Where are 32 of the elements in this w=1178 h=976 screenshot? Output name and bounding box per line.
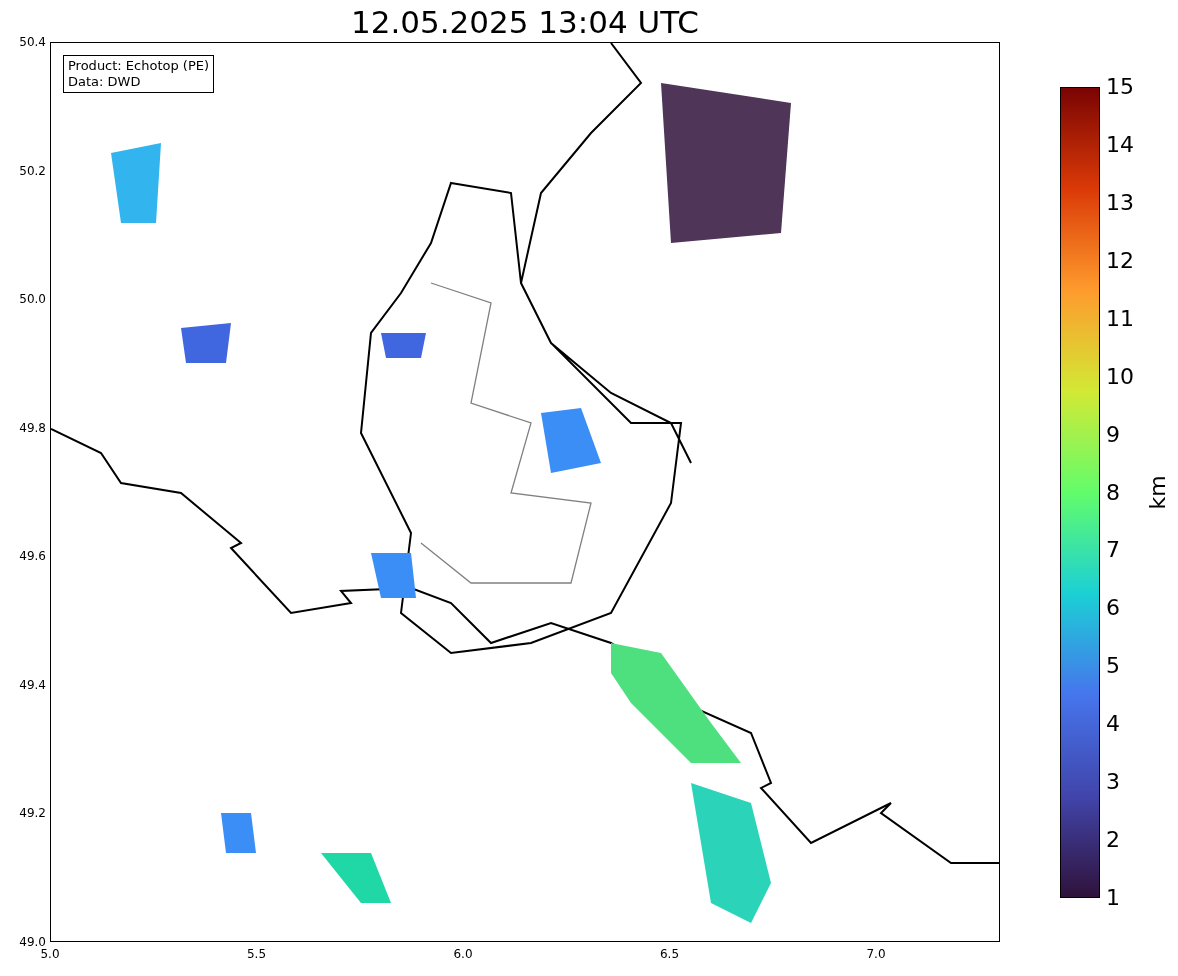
colorbar-tick-label: 3 xyxy=(1106,769,1120,796)
y-tick-label: 49.6 xyxy=(19,548,46,565)
colorbar-tick-label: 7 xyxy=(1106,537,1120,564)
colorbar-tick-label: 11 xyxy=(1106,305,1134,332)
chart-title: 12.05.2025 13:04 UTC xyxy=(351,3,699,42)
x-tick-label: 5.5 xyxy=(245,946,268,962)
colorbar-tick-label: 12 xyxy=(1106,247,1134,274)
x-tick-label: 6.5 xyxy=(658,946,681,962)
colorbar-tick-label: 5 xyxy=(1106,653,1120,680)
colorbar-tick-label: 8 xyxy=(1106,479,1120,506)
y-tick-label: 49.8 xyxy=(19,419,46,436)
colorbar-tick-label: 15 xyxy=(1106,74,1134,100)
legend-text: Product: Echotop (PE) xyxy=(68,58,210,74)
colorbar-tick-label: 6 xyxy=(1106,595,1120,622)
colorbar-tick-label: 1 xyxy=(1106,885,1120,911)
colorbar-tick-label: 4 xyxy=(1106,711,1120,738)
colorbar-tick-label: 2 xyxy=(1106,827,1120,854)
y-tick-label: 49.4 xyxy=(19,676,46,693)
colorbar-tick-label: 9 xyxy=(1106,421,1120,448)
legend-text: Data: DWD xyxy=(68,74,142,90)
y-tick-label: 49.0 xyxy=(19,934,46,949)
x-tick-label: 7.0 xyxy=(865,946,887,962)
colorbar-label: km xyxy=(1143,475,1171,510)
colorbar-tick-label: 14 xyxy=(1106,131,1134,158)
y-tick-label: 49.2 xyxy=(19,805,46,822)
y-tick-label: 50.0 xyxy=(19,291,46,308)
y-tick-label: 50.2 xyxy=(19,162,46,179)
y-tick-label: 50.4 xyxy=(19,34,46,50)
colorbar-tick-label: 10 xyxy=(1106,363,1134,390)
x-tick-label: 5.0 xyxy=(39,946,61,962)
x-tick-label: 6.0 xyxy=(452,946,474,962)
colorbar-tick-label: 13 xyxy=(1106,189,1134,216)
